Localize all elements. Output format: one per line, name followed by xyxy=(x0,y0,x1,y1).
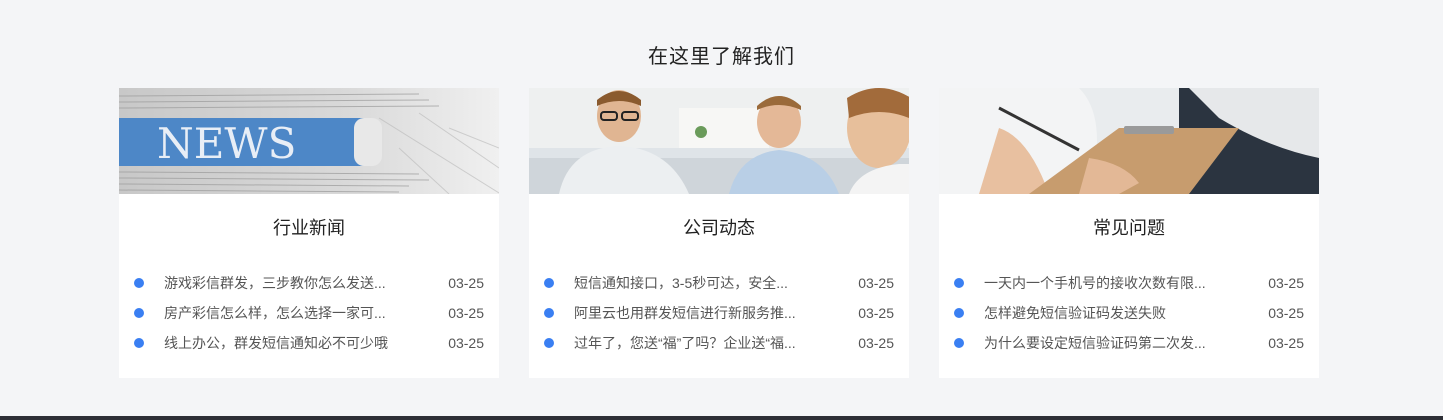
newspaper-image[interactable]: NEWS xyxy=(119,88,499,194)
bullet-dot xyxy=(954,338,964,348)
footer-divider xyxy=(0,416,1443,420)
bullet-dot xyxy=(134,308,144,318)
list-item[interactable]: 线上办公，群发短信通知必不可少哦 03-25 xyxy=(119,333,499,363)
item-title[interactable]: 线上办公，群发短信通知必不可少哦 xyxy=(164,333,414,353)
item-date: 03-25 xyxy=(448,275,484,291)
item-title[interactable]: 一天内一个手机号的接收次数有限... xyxy=(984,273,1234,293)
list-item[interactable]: 为什么要设定短信验证码第二次发... 03-25 xyxy=(939,333,1319,363)
card-title: 常见问题 xyxy=(1093,218,1165,238)
list-item[interactable]: 过年了，您送“福”了吗？企业送“福... 03-25 xyxy=(529,333,909,363)
section-title: 在这里了解我们 xyxy=(648,46,795,68)
bullet-dot xyxy=(544,278,554,288)
item-date: 03-25 xyxy=(858,335,894,351)
item-date: 03-25 xyxy=(448,305,484,321)
item-title[interactable]: 房产彩信怎么样，怎么选择一家可... xyxy=(164,303,414,323)
item-title[interactable]: 怎样避免短信验证码发送失败 xyxy=(984,303,1234,323)
item-title[interactable]: 为什么要设定短信验证码第二次发... xyxy=(984,333,1234,353)
list-item[interactable]: 房产彩信怎么样，怎么选择一家可... 03-25 xyxy=(119,303,499,333)
news-list: 游戏彩信群发，三步教你怎么发送... 03-25 房产彩信怎么样，怎么选择一家可… xyxy=(119,273,499,363)
bullet-dot xyxy=(544,338,554,348)
item-date: 03-25 xyxy=(448,335,484,351)
news-list: 一天内一个手机号的接收次数有限... 03-25 怎样避免短信验证码发送失败 0… xyxy=(939,273,1319,363)
list-item[interactable]: 一天内一个手机号的接收次数有限... 03-25 xyxy=(939,273,1319,303)
item-title[interactable]: 过年了，您送“福”了吗？企业送“福... xyxy=(574,333,824,353)
bullet-dot xyxy=(134,278,144,288)
item-title[interactable]: 短信通知接口，3-5秒可达，安全... xyxy=(574,273,824,293)
news-list: 短信通知接口，3-5秒可达，安全... 03-25 阿里云也用群发短信进行新服务… xyxy=(529,273,909,363)
card-title: 公司动态 xyxy=(683,218,755,238)
list-item[interactable]: 短信通知接口，3-5秒可达，安全... 03-25 xyxy=(529,273,909,303)
bullet-dot xyxy=(134,338,144,348)
card-industry-news: NEWS 行业新闻 游戏彩信群发，三步教你怎么发送... 03-25 房产彩信怎… xyxy=(119,88,499,378)
clipboard-writing-image[interactable] xyxy=(939,88,1319,194)
bullet-dot xyxy=(954,308,964,318)
item-date: 03-25 xyxy=(1268,335,1304,351)
item-date: 03-25 xyxy=(1268,275,1304,291)
item-title[interactable]: 游戏彩信群发，三步教你怎么发送... xyxy=(164,273,414,293)
list-item[interactable]: 怎样避免短信验证码发送失败 03-25 xyxy=(939,303,1319,333)
card-title: 行业新闻 xyxy=(273,218,345,238)
card-company-news: 公司动态 短信通知接口，3-5秒可达，安全... 03-25 阿里云也用群发短信… xyxy=(529,88,909,378)
item-title[interactable]: 阿里云也用群发短信进行新服务推... xyxy=(574,303,824,323)
news-lettering: NEWS xyxy=(157,119,296,168)
item-date: 03-25 xyxy=(858,305,894,321)
list-item[interactable]: 游戏彩信群发，三步教你怎么发送... 03-25 xyxy=(119,273,499,303)
card-faq: 常见问题 一天内一个手机号的接收次数有限... 03-25 怎样避免短信验证码发… xyxy=(939,88,1319,378)
bullet-dot xyxy=(544,308,554,318)
team-meeting-image[interactable] xyxy=(529,88,909,194)
list-item[interactable]: 阿里云也用群发短信进行新服务推... 03-25 xyxy=(529,303,909,333)
bullet-dot xyxy=(954,278,964,288)
item-date: 03-25 xyxy=(858,275,894,291)
item-date: 03-25 xyxy=(1268,305,1304,321)
